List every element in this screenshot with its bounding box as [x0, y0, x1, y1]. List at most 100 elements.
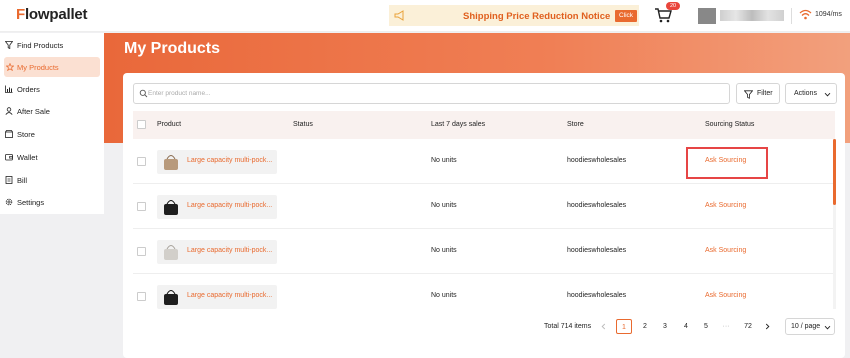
actions-dropdown[interactable]: Actions [785, 83, 837, 104]
search-placeholder: Enter product name... [148, 90, 211, 97]
ask-sourcing-link[interactable]: Ask Sourcing [705, 202, 746, 209]
chevron-down-icon [824, 325, 831, 330]
row-checkbox[interactable] [137, 247, 146, 256]
sidebar-item-find-products[interactable]: Find Products [0, 35, 104, 55]
sales-cell: No units [431, 292, 457, 299]
wallet-icon [5, 154, 13, 161]
select-all-checkbox[interactable] [137, 120, 146, 129]
filter-button[interactable]: Filter [736, 83, 780, 104]
total-items: Total 714 items [544, 323, 592, 330]
store-cell: hoodieswholesales [567, 202, 627, 209]
column-header-store: Store [567, 121, 584, 128]
sidebar: Find Products My Products Orders After S… [0, 33, 104, 214]
cart-count-badge: 20 [666, 2, 680, 10]
product-thumbnail [164, 245, 178, 260]
product-cell[interactable]: Large capacity multi-pock... [157, 285, 277, 309]
sidebar-item-orders[interactable]: Orders [0, 79, 104, 99]
sales-cell: No units [431, 157, 457, 164]
product-thumbnail [164, 290, 178, 305]
chevron-down-icon [824, 92, 831, 97]
sidebar-item-bill[interactable]: Bill [0, 170, 104, 190]
product-name-link[interactable]: Large capacity multi-pock... [187, 247, 272, 254]
star-icon [6, 63, 14, 71]
product-name-link[interactable]: Large capacity multi-pock... [187, 202, 272, 209]
store-cell: hoodieswholesales [567, 292, 627, 299]
column-header-product: Product [157, 121, 182, 128]
chevron-left-icon[interactable] [600, 323, 607, 330]
sidebar-item-label: Store [17, 130, 35, 139]
notice-click-button[interactable]: Click [615, 10, 637, 22]
column-header-sourcing: Sourcing Status [705, 121, 755, 128]
page-title: My Products [124, 40, 221, 57]
scrollbar-thumb[interactable] [833, 139, 836, 205]
sales-cell: No units [431, 247, 457, 254]
avatar[interactable] [698, 8, 716, 24]
filter-icon [5, 41, 13, 49]
sidebar-item-settings[interactable]: Settings [0, 192, 104, 212]
product-cell[interactable]: Large capacity multi-pock... [157, 240, 277, 264]
page-2[interactable]: 2 [638, 319, 652, 334]
sidebar-item-label: My Products [17, 63, 59, 72]
filter-label: Filter [757, 90, 773, 97]
row-checkbox[interactable] [137, 157, 146, 166]
bag-shape [164, 294, 178, 305]
sidebar-item-label: Bill [17, 176, 28, 185]
page-size-value: 10 / page [791, 323, 821, 330]
page-4[interactable]: 4 [679, 319, 693, 334]
page-ellipsis[interactable]: ··· [718, 319, 734, 334]
page-5[interactable]: 5 [699, 319, 713, 334]
row-checkbox[interactable] [137, 292, 146, 301]
page-size-select[interactable]: 10 / page [785, 318, 835, 335]
product-thumbnail [164, 200, 178, 215]
product-name-link[interactable]: Large capacity multi-pock... [187, 292, 272, 299]
filter-icon [744, 90, 753, 99]
chevron-right-icon[interactable] [764, 323, 771, 330]
actions-label: Actions [794, 90, 817, 97]
wifi-icon [799, 9, 812, 20]
sidebar-item-after-sale[interactable]: After Sale [0, 101, 104, 121]
sidebar-item-label: After Sale [17, 107, 50, 116]
search-icon [139, 89, 148, 98]
user-name-blurred[interactable] [720, 10, 784, 21]
page-1[interactable]: 1 [616, 319, 632, 334]
megaphone-icon [394, 10, 404, 21]
column-header-status: Status [293, 121, 313, 128]
page-72[interactable]: 72 [739, 319, 757, 334]
highlight-box [686, 147, 768, 179]
ask-sourcing-link[interactable]: Ask Sourcing [705, 247, 746, 254]
logo[interactable]: Flowpallet [16, 6, 88, 23]
store-cell: hoodieswholesales [567, 157, 627, 164]
product-cell[interactable]: Large capacity multi-pock... [157, 150, 277, 174]
table-row: Large capacity multi-pock... No units ho… [133, 229, 835, 274]
sidebar-item-my-products[interactable]: My Products [4, 57, 100, 77]
ask-sourcing-link[interactable]: Ask Sourcing [705, 292, 746, 299]
ping-value: 1094/ms [815, 11, 842, 18]
gear-icon [5, 198, 13, 206]
store-icon [5, 130, 13, 138]
chart-icon [5, 85, 13, 93]
logo-first-letter: F [16, 6, 25, 23]
page-3[interactable]: 3 [658, 319, 672, 334]
row-checkbox[interactable] [137, 202, 146, 211]
sidebar-item-store[interactable]: Store [0, 124, 104, 144]
user-icon [5, 107, 13, 115]
sidebar-item-label: Orders [17, 85, 40, 94]
table-header: Product Status Last 7 days sales Store S… [133, 111, 835, 139]
sidebar-item-label: Find Products [17, 41, 64, 50]
bag-shape [164, 159, 178, 170]
product-name-link[interactable]: Large capacity multi-pock... [187, 157, 272, 164]
bag-shape [164, 249, 178, 260]
product-thumbnail [164, 155, 178, 170]
notice-text: Shipping Price Reduction Notice [463, 11, 611, 22]
column-header-sales: Last 7 days sales [431, 121, 486, 128]
sales-cell: No units [431, 202, 457, 209]
top-bar: Flowpallet Shipping Price Reduction Noti… [0, 0, 850, 32]
sidebar-item-label: Wallet [17, 153, 38, 162]
sidebar-item-label: Settings [17, 198, 45, 207]
notice-banner[interactable]: Shipping Price Reduction Notice [389, 5, 639, 26]
search-input[interactable]: Enter product name... [133, 83, 730, 104]
bag-shape [164, 204, 178, 215]
sidebar-item-wallet[interactable]: Wallet [0, 147, 104, 167]
table-row: Large capacity multi-pock... No units ho… [133, 184, 835, 229]
product-cell[interactable]: Large capacity multi-pock... [157, 195, 277, 219]
